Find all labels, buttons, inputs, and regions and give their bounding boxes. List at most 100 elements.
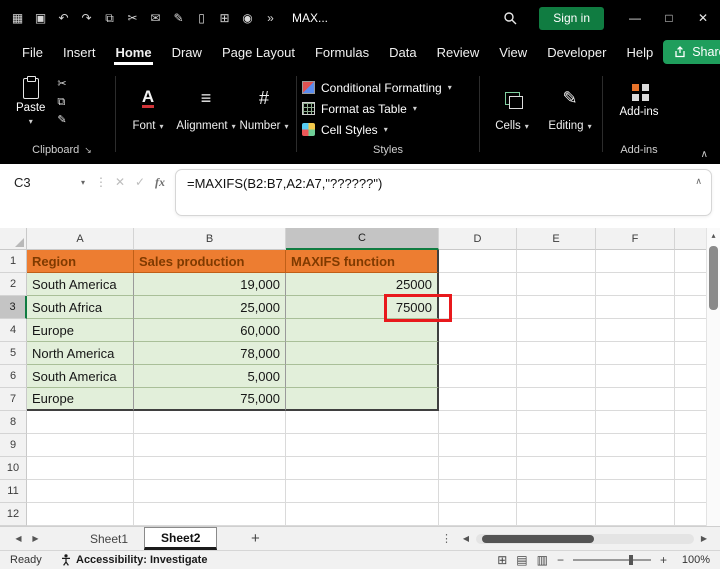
menu-data[interactable]: Data: [379, 39, 426, 66]
cell-A8[interactable]: [27, 411, 134, 434]
pen-icon[interactable]: ✎: [167, 6, 190, 30]
cell-B12[interactable]: [134, 503, 286, 526]
cell-B5[interactable]: 78,000: [134, 342, 286, 365]
row-header-9[interactable]: 9: [0, 434, 27, 457]
cell-D2[interactable]: [439, 273, 517, 296]
cell-E11[interactable]: [517, 480, 596, 503]
menu-insert[interactable]: Insert: [53, 39, 106, 66]
cell-E3[interactable]: [517, 296, 596, 319]
sheet-tab-sheet1[interactable]: Sheet1: [74, 527, 144, 550]
cell-D4[interactable]: [439, 319, 517, 342]
close-button[interactable]: ✕: [686, 0, 720, 36]
number-button[interactable]: Number▾: [240, 120, 289, 132]
cell-B9[interactable]: [134, 434, 286, 457]
cut-icon[interactable]: ✂: [121, 6, 144, 30]
menu-file[interactable]: File: [12, 39, 53, 66]
cell-A7[interactable]: Europe: [27, 388, 134, 411]
menu-draw[interactable]: Draw: [162, 39, 212, 66]
cell-C12[interactable]: [286, 503, 439, 526]
row-header-4[interactable]: 4: [0, 319, 27, 342]
row-header-7[interactable]: 7: [0, 388, 27, 411]
tabbar-overflow-icon[interactable]: ⋮: [435, 532, 458, 545]
scroll-up-icon[interactable]: ▴: [707, 228, 720, 240]
row-header-12[interactable]: 12: [0, 503, 27, 526]
cancel-icon[interactable]: ✕: [110, 169, 130, 195]
row-header-11[interactable]: 11: [0, 480, 27, 503]
cell-C9[interactable]: [286, 434, 439, 457]
cell-E9[interactable]: [517, 434, 596, 457]
copy-button[interactable]: ⧉: [57, 97, 66, 108]
cell-C8[interactable]: [286, 411, 439, 434]
share-button[interactable]: Share: [663, 40, 720, 64]
cell-E5[interactable]: [517, 342, 596, 365]
sheet-nav-next-icon[interactable]: ▶: [27, 534, 44, 543]
sign-in-button[interactable]: Sign in: [539, 7, 604, 30]
cell-F5[interactable]: [596, 342, 675, 365]
cell-F11[interactable]: [596, 480, 675, 503]
cell-C6[interactable]: [286, 365, 439, 388]
column-header-E[interactable]: E: [517, 228, 596, 250]
sheet-tab-sheet2[interactable]: Sheet2: [144, 527, 217, 550]
hscroll-left-icon[interactable]: ◀: [458, 534, 474, 543]
cell-F7[interactable]: [596, 388, 675, 411]
column-header-F[interactable]: F: [596, 228, 675, 250]
alignment-button[interactable]: Alignment▾: [176, 120, 235, 132]
menu-help[interactable]: Help: [616, 39, 663, 66]
cell-F9[interactable]: [596, 434, 675, 457]
camera-icon[interactable]: ◉: [236, 6, 259, 30]
dialog-launcher-icon[interactable]: ↘: [84, 145, 92, 156]
menu-icon[interactable]: ▦: [6, 6, 29, 30]
cell-D6[interactable]: [439, 365, 517, 388]
cell-C5[interactable]: [286, 342, 439, 365]
add-ins-button[interactable]: Add-ins: [620, 82, 659, 118]
column-header-B[interactable]: B: [134, 228, 286, 250]
cut-button[interactable]: ✂: [57, 79, 66, 90]
minimize-button[interactable]: —: [618, 0, 652, 36]
cell-E12[interactable]: [517, 503, 596, 526]
enter-icon[interactable]: ✓: [130, 169, 150, 195]
cell-A2[interactable]: South America: [27, 273, 134, 296]
name-box-dropdown-icon[interactable]: ▾: [81, 178, 85, 187]
collapse-ribbon-icon[interactable]: ∧: [701, 149, 708, 160]
row-header-2[interactable]: 2: [0, 273, 27, 296]
cell-F1[interactable]: [596, 250, 675, 273]
paste-dropdown-icon[interactable]: ▾: [29, 117, 33, 126]
cell-A5[interactable]: North America: [27, 342, 134, 365]
cell-D7[interactable]: [439, 388, 517, 411]
cell-styles-button[interactable]: Cell Styles▾: [300, 119, 476, 140]
cell-C7[interactable]: [286, 388, 439, 411]
zoom-level[interactable]: 100%: [676, 554, 710, 566]
document-icon[interactable]: ▯: [190, 6, 213, 30]
cell-D11[interactable]: [439, 480, 517, 503]
cell-C2[interactable]: 25000: [286, 273, 439, 296]
row-header-10[interactable]: 10: [0, 457, 27, 480]
page-layout-view-icon[interactable]: ▤: [516, 553, 527, 567]
cell-A6[interactable]: South America: [27, 365, 134, 388]
cell-D12[interactable]: [439, 503, 517, 526]
cell-D10[interactable]: [439, 457, 517, 480]
table-icon[interactable]: ⊞: [213, 6, 236, 30]
cell-F4[interactable]: [596, 319, 675, 342]
zoom-slider-thumb[interactable]: [629, 555, 633, 565]
hscroll-right-icon[interactable]: ▶: [696, 534, 712, 543]
insert-function-icon[interactable]: fx: [150, 169, 170, 195]
row-header-1[interactable]: 1: [0, 250, 27, 273]
cell-D5[interactable]: [439, 342, 517, 365]
cell-D8[interactable]: [439, 411, 517, 434]
cell-F2[interactable]: [596, 273, 675, 296]
cell-F10[interactable]: [596, 457, 675, 480]
font-button[interactable]: Font▾: [132, 120, 163, 132]
cell-A12[interactable]: [27, 503, 134, 526]
more-commands-icon[interactable]: »: [259, 6, 282, 30]
cell-B4[interactable]: 60,000: [134, 319, 286, 342]
cell-F6[interactable]: [596, 365, 675, 388]
cell-E7[interactable]: [517, 388, 596, 411]
zoom-in-icon[interactable]: +: [660, 553, 667, 567]
save-icon[interactable]: ▣: [29, 6, 52, 30]
cell-C10[interactable]: [286, 457, 439, 480]
row-header-8[interactable]: 8: [0, 411, 27, 434]
cell-A9[interactable]: [27, 434, 134, 457]
column-header-C[interactable]: C: [286, 228, 439, 250]
horizontal-scrollbar[interactable]: [476, 534, 694, 544]
cell-F8[interactable]: [596, 411, 675, 434]
